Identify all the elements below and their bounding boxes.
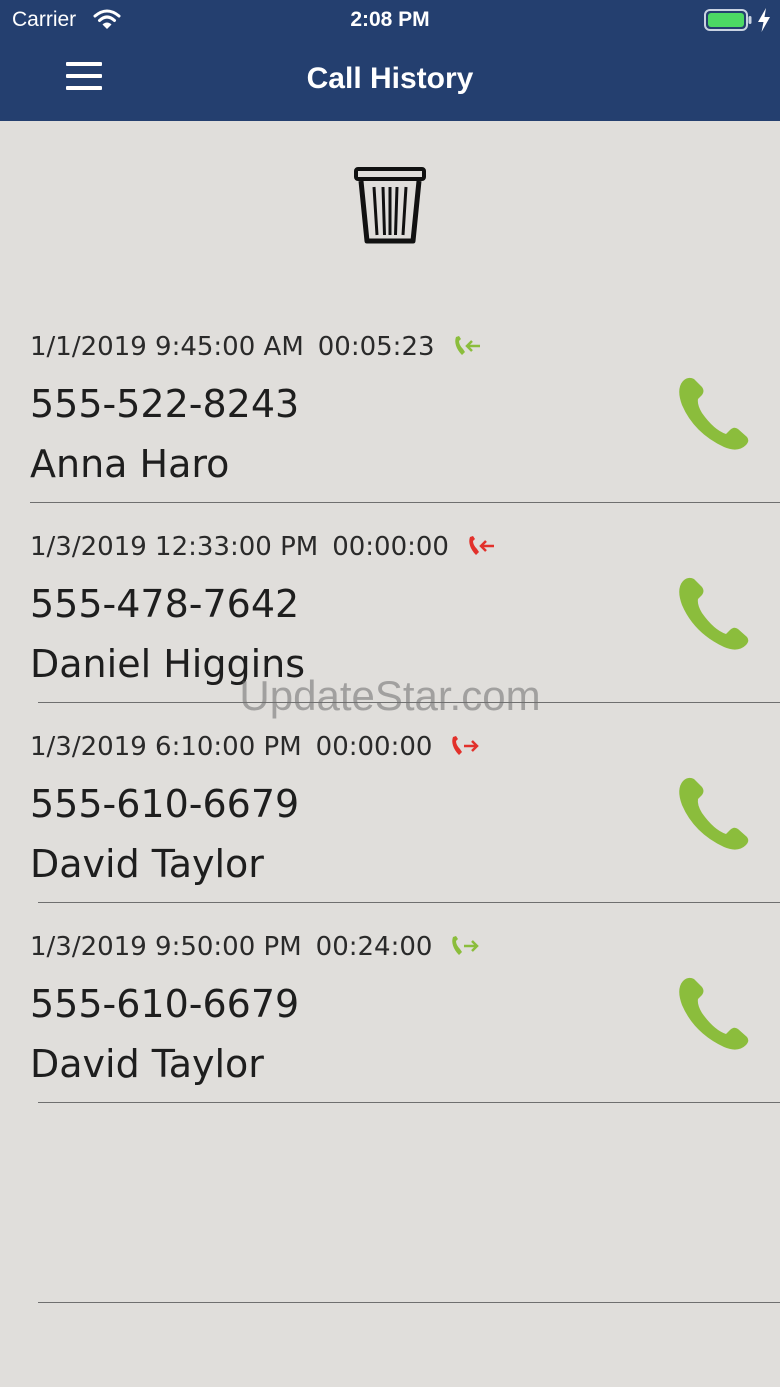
status-bar: Carrier 2:08 PM xyxy=(0,0,780,40)
call-row[interactable]: 1/3/2019 9:50:00 PM 00:24:00 555-610-667… xyxy=(0,920,780,1120)
status-time: 2:08 PM xyxy=(350,8,430,31)
page-title: Call History xyxy=(306,62,474,95)
outgoing-call-icon xyxy=(452,936,480,955)
incoming-call-icon xyxy=(454,336,480,355)
phone-icon xyxy=(679,977,749,1050)
call-back-button[interactable] xyxy=(674,775,754,855)
missed-outgoing-call-icon xyxy=(452,736,480,755)
call-back-button[interactable] xyxy=(674,975,754,1055)
clear-history-button[interactable] xyxy=(354,165,426,247)
call-number: 555-610-6679 xyxy=(30,782,300,826)
missed-incoming-call-icon xyxy=(469,536,494,555)
trash-icon xyxy=(354,167,426,244)
battery-icon xyxy=(704,9,752,31)
call-back-button[interactable] xyxy=(674,375,754,455)
call-meta: 1/3/2019 6:10:00 PM 00:00:00 xyxy=(30,732,480,762)
row-divider xyxy=(30,502,780,503)
call-row[interactable]: 1/3/2019 12:33:00 PM 00:00:00 555-478-76… xyxy=(0,520,780,720)
call-number: 555-478-7642 xyxy=(30,582,300,626)
call-meta: 1/1/2019 9:45:00 AM 00:05:23 xyxy=(30,332,483,362)
call-duration: 00:00:00 xyxy=(315,732,433,762)
call-datetime: 1/1/2019 9:45:00 AM xyxy=(30,332,304,362)
app-header: Carrier 2:08 PM Call History xyxy=(0,0,780,121)
call-row[interactable]: 1/3/2019 6:10:00 PM 00:00:00 555-610-667… xyxy=(0,720,780,920)
call-number: 555-522-8243 xyxy=(30,382,300,426)
list-end-divider xyxy=(38,1302,780,1303)
call-back-button[interactable] xyxy=(674,575,754,655)
contact-name: Daniel Higgins xyxy=(30,642,306,686)
row-divider xyxy=(38,702,780,703)
contact-name: Anna Haro xyxy=(30,442,230,486)
call-meta: 1/3/2019 9:50:00 PM 00:24:00 xyxy=(30,932,480,962)
call-datetime: 1/3/2019 6:10:00 PM xyxy=(30,732,302,762)
charging-bolt-icon xyxy=(758,8,770,32)
row-divider xyxy=(38,1102,780,1103)
call-datetime: 1/3/2019 9:50:00 PM xyxy=(30,932,302,962)
call-duration: 00:00:00 xyxy=(332,532,449,562)
phone-icon xyxy=(679,577,749,650)
call-meta: 1/3/2019 12:33:00 PM 00:00:00 xyxy=(30,532,497,562)
call-duration: 00:24:00 xyxy=(315,932,433,962)
row-divider xyxy=(38,902,780,903)
phone-icon xyxy=(679,777,749,850)
call-duration: 00:05:23 xyxy=(317,332,435,362)
call-row[interactable]: 1/1/2019 9:45:00 AM 00:05:23 555-522-824… xyxy=(0,320,780,520)
contact-name: David Taylor xyxy=(30,842,264,886)
contact-name: David Taylor xyxy=(30,1042,264,1086)
call-number: 555-610-6679 xyxy=(30,982,300,1026)
phone-icon xyxy=(679,377,749,450)
call-datetime: 1/3/2019 12:33:00 PM xyxy=(30,532,319,562)
